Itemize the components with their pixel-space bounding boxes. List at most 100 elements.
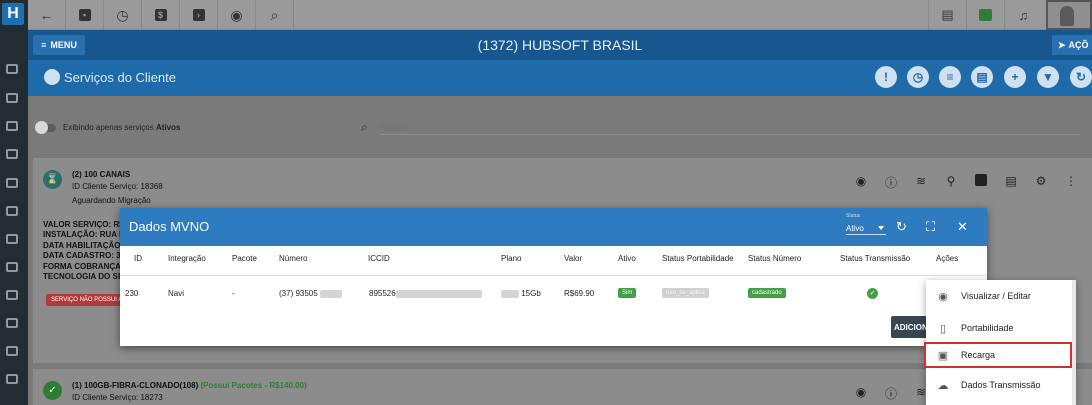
contacts-button[interactable]: ▪ <box>66 0 104 30</box>
status-select[interactable]: Status Ativo <box>846 213 886 237</box>
map-pin-icon[interactable] <box>6 262 18 272</box>
document-button[interactable]: ▤ <box>971 66 993 88</box>
mvno-dialog: Dados MVNO Status Ativo ↻ ⛶ ✕ ID Integra… <box>120 208 987 346</box>
eye-icon[interactable]: ◉ <box>846 174 876 191</box>
calendar-clock-icon: ◷ <box>116 6 129 23</box>
left-rail: H <box>0 0 28 405</box>
search-input[interactable] <box>380 121 1080 135</box>
chat-button[interactable] <box>966 0 1004 30</box>
service-status: Aguardando Migração <box>72 196 151 205</box>
active-only-toggle[interactable] <box>35 121 56 134</box>
active-badge: Sim <box>618 288 637 298</box>
finance-button[interactable]: $ <box>142 0 180 30</box>
acoes-button[interactable]: ➤ AÇÕ <box>1052 35 1092 55</box>
hubsoft-logo[interactable]: H <box>2 3 24 25</box>
terminal-button[interactable]: › <box>180 0 218 30</box>
bell-icon: ♫ <box>1018 7 1029 23</box>
search-button[interactable]: ⌕ <box>256 0 294 30</box>
menu-item-dados-transmissao[interactable]: ☁ Dados Transmissão <box>926 372 1074 398</box>
user-icon <box>1060 6 1074 26</box>
refresh-icon[interactable]: ↻ <box>896 219 907 235</box>
add-button[interactable]: ADICION <box>891 316 931 338</box>
services-title: Serviços do Cliente <box>64 70 176 85</box>
eye-icon[interactable]: ◉ <box>846 385 876 402</box>
menu-item-recarga[interactable]: ▣ Recarga <box>924 342 1072 368</box>
dashboard-icon[interactable] <box>6 64 18 74</box>
divider <box>120 275 987 276</box>
redacted-value <box>501 289 519 298</box>
user-avatar[interactable] <box>1046 0 1092 30</box>
eye-icon: ◉ <box>230 6 243 23</box>
add-service-button[interactable]: + <box>1004 66 1026 88</box>
book-icon[interactable] <box>6 234 18 244</box>
scrollbar[interactable] <box>1072 280 1076 405</box>
card-icon[interactable] <box>6 149 18 159</box>
calendar-icon[interactable] <box>6 178 18 188</box>
fullscreen-icon[interactable]: ⛶ <box>926 219 935 235</box>
hourglass-icon: ⌛ <box>43 170 62 189</box>
table-row[interactable]: 230 Navi - (37) 93505 895526 15Gb R$69.9… <box>120 288 987 303</box>
search-icon: ⌕ <box>270 6 279 23</box>
refresh-icon: ↻ <box>1075 70 1087 84</box>
redacted-value <box>319 289 342 298</box>
close-icon[interactable]: ✕ <box>957 219 968 235</box>
list-icon: ≡ <box>946 70 954 84</box>
cloud-upload-icon: ☁ <box>937 379 949 392</box>
top-toolbar: ← ▪ ◷ $ › ◉ ⌕ ▤ ♫ <box>28 0 1092 30</box>
schedule-circle-button[interactable]: ◷ <box>907 66 929 88</box>
service-id: ID Cliente Serviço: 18273 <box>72 393 163 402</box>
list-button[interactable]: ≡ <box>939 66 961 88</box>
document-icon[interactable]: ▤ <box>996 174 1026 191</box>
row-actions-menu: ◉ Visualizar / Editar ▯ Portabilidade ▣ … <box>924 280 1076 405</box>
chevron-down-icon <box>878 226 884 230</box>
number-status-badge: cadastrado <box>748 288 786 298</box>
pdf-icon: ▤ <box>941 7 954 22</box>
client-header: ≡ MENU (1372) HUBSOFT BRASIL ➤ AÇÕ <box>28 30 1092 60</box>
pdf-button[interactable]: ▤ <box>928 0 966 30</box>
chat-icon <box>979 9 992 21</box>
document-icon[interactable] <box>6 346 18 356</box>
client-title: (1372) HUBSOFT BRASIL <box>477 37 643 53</box>
dollar-icon[interactable] <box>966 174 996 191</box>
box-icon[interactable] <box>6 206 18 216</box>
warning-badge: SERVIÇO NÃO POSSUI A <box>46 294 128 306</box>
view-button[interactable]: ◉ <box>218 0 256 30</box>
eye-icon: ◉ <box>938 290 948 303</box>
notifications-button[interactable]: ♫ <box>1004 0 1042 30</box>
info-icon[interactable]: ⓘ <box>876 385 906 402</box>
schedule-button[interactable]: ◷ <box>104 0 142 30</box>
table-header: ID Integração Pacote Número ICCID Plano … <box>134 254 959 263</box>
server-icon[interactable] <box>6 318 18 328</box>
contacts-icon[interactable] <box>6 121 18 131</box>
more-vert-icon[interactable]: ⋮ <box>1056 174 1086 191</box>
service-name: (1) 100GB-FIBRA-CLONADO(108) (Possui Pac… <box>72 381 307 390</box>
info-icon[interactable]: ⓘ <box>876 174 906 191</box>
alert-icon: ! <box>884 70 888 84</box>
alert-button[interactable]: ! <box>875 66 897 88</box>
check-icon: ✓ <box>43 381 62 400</box>
back-button[interactable]: ← <box>28 0 66 30</box>
settings-icon[interactable] <box>6 374 18 384</box>
menu-item-visualizar-editar[interactable]: ◉ Visualizar / Editar <box>926 283 1074 309</box>
back-arrow-icon: ← <box>39 7 54 23</box>
money-icon: ▣ <box>937 349 949 362</box>
phone-icon: ▯ <box>939 322 947 335</box>
map-pin-icon[interactable]: ⚲ <box>936 174 966 191</box>
service-info: VALOR SERVIÇO: R$3 INSTALAÇÃO: RUA H DAT… <box>43 220 129 282</box>
filter-button[interactable]: ▼ <box>1037 66 1059 88</box>
search-icon: ⌕ <box>361 120 368 134</box>
gear-icon[interactable]: ⚙ <box>1026 174 1056 191</box>
filter-icon: ▼ <box>1042 70 1054 84</box>
gear-icon[interactable] <box>6 93 18 103</box>
refresh-button[interactable]: ↻ <box>1070 66 1092 88</box>
active-only-label: Exibindo apenas serviços Ativos <box>63 123 181 132</box>
portability-badge: nao_se_aplica <box>662 288 709 298</box>
wifi-icon[interactable]: ≋ <box>906 174 936 191</box>
dialog-title: Dados MVNO <box>129 219 210 234</box>
list-icon[interactable] <box>6 290 18 300</box>
menu-item-portabilidade[interactable]: ▯ Portabilidade <box>926 315 1074 341</box>
service-id: ID Cliente Serviço: 18368 <box>72 182 163 191</box>
globe-icon <box>44 69 60 85</box>
contacts-icon: ▪ <box>78 9 91 21</box>
check-icon: ✓ <box>867 288 878 299</box>
